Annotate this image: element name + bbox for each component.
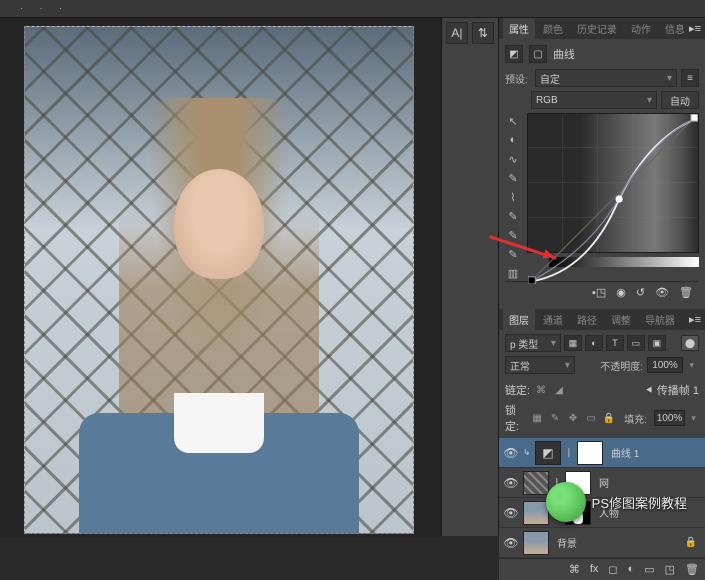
blend-mode-select[interactable]: 正常 [505,356,575,374]
annotation-arrow [488,230,568,270]
visibility-icon[interactable]: 👁 [503,446,519,460]
layer-row[interactable]: 👁 背景 🔒 [499,528,705,558]
propagate-label[interactable]: ⯇ 传播帧 1 [645,382,699,398]
style-icon[interactable]: ◢ [552,383,566,397]
filter-pixel-icon[interactable]: ▦ [564,335,582,351]
filter-shape-icon[interactable]: ▭ [627,335,645,351]
link-mask-icon[interactable]: ❙ [565,447,573,458]
lock-paint-icon[interactable]: ✎ [548,411,562,425]
auto-button[interactable]: 自动 [661,91,699,109]
lock-trans-icon[interactable]: ▦ [530,411,544,425]
tab-paths[interactable]: 路径 [571,309,603,330]
top-menu-bar: ··· [0,0,705,18]
sample-white-icon[interactable]: ◐ [505,132,521,148]
preset-label: 预设: [505,71,531,86]
eyedropper-black-icon[interactable]: ✎ [505,208,521,224]
layer-name[interactable]: 曲线 1 [611,445,639,460]
filter-toggle[interactable]: ⬤ [681,335,699,351]
right-panels: 属性 颜色 历史记录 动作 信息 ▸≡ ◩ ▢ 曲线 预设: 自定 ≡ RGB … [498,18,705,536]
tab-navigator[interactable]: 导航器 [639,309,681,330]
collapsed-tool-column: A| ⇅ [441,18,498,536]
add-mask-icon[interactable]: ◻ [608,563,617,576]
character-icon[interactable]: ⇅ [472,22,494,44]
delete-layer-icon[interactable]: 🗑 [685,563,699,576]
properties-tabs: 属性 颜色 历史记录 动作 信息 ▸≡ [499,18,705,39]
mask-icon[interactable]: ▢ [529,45,547,63]
target-adjust-icon[interactable]: ↖ [505,113,521,129]
clip-indicator-icon: ↳ [523,447,531,458]
paragraph-icon[interactable]: A| [446,22,468,44]
layer-mask-thumb[interactable] [577,441,603,465]
properties-footer: ▪◳ ◉ ↺ 👁 🗑 [505,281,699,303]
tab-adjustments[interactable]: 调整 [605,309,637,330]
layer-thumb[interactable] [523,531,549,555]
main-area: A| ⇅ 属性 颜色 历史记录 动作 信息 ▸≡ ◩ ▢ 曲线 预设: 自定 ≡ [0,18,705,536]
new-group-icon[interactable]: ▭ [644,563,654,576]
fill-input[interactable]: 100% [654,410,685,426]
visibility-icon[interactable]: 👁 [503,476,519,490]
layer-filter-kind[interactable]: p 类型 [505,334,561,352]
preset-select[interactable]: 自定 [535,69,677,87]
watermark-text: PS修图案例教程 [592,493,687,512]
lock-label: 锁定: [505,402,526,434]
filter-type-icon[interactable]: T [606,335,624,351]
toggle-visibility-icon[interactable]: 👁 [655,286,669,299]
reset-icon[interactable]: ↺ [636,286,645,299]
opacity-input[interactable]: 100% [647,357,683,373]
panel-menu-icon[interactable]: ▸≡ [689,313,701,326]
curves-adj-icon: ◩ [505,45,523,63]
smooth-icon[interactable]: ⌇ [505,189,521,205]
layers-panel: p 类型 ▦ ◐ T ▭ ▣ ⬤ 正常 不透明度: 100% [499,330,705,580]
view-previous-icon[interactable]: ◉ [616,286,626,299]
fill-label: 填充: [624,411,650,426]
link-label: 链定: [505,382,530,398]
lock-artboard-icon[interactable]: ▭ [584,411,598,425]
layer-name[interactable]: 背景 [557,535,577,550]
layers-tabs: 图层 通道 路径 调整 导航器 ▸≡ [499,309,705,330]
tab-actions[interactable]: 动作 [625,18,657,39]
new-adj-icon[interactable]: ◐ [628,563,635,576]
channel-select[interactable]: RGB [531,91,657,109]
delete-adj-icon[interactable]: 🗑 [679,286,693,299]
fx-icon[interactable]: fx [590,563,599,576]
tab-properties[interactable]: 属性 [503,18,535,39]
lock-all-icon[interactable]: 🔒 [602,411,616,425]
lock-icon: 🔒 [685,537,697,548]
filter-adj-icon[interactable]: ◐ [585,335,603,351]
link-icon[interactable]: ⌘ [534,383,548,397]
clip-to-layer-icon[interactable]: ▪◳ [592,286,606,299]
layer-thumb-adjustment[interactable]: ◩ [535,441,561,465]
pencil-icon[interactable]: ✎ [505,170,521,186]
properties-title: 曲线 [553,46,575,62]
visibility-icon[interactable]: 👁 [503,536,519,550]
panel-menu-icon[interactable]: ▸≡ [689,22,701,35]
preset-menu-icon[interactable]: ≡ [681,69,699,87]
wechat-icon [546,482,586,522]
layer-row[interactable]: 👁 ↳ ◩ ❙ 曲线 1 [499,438,705,468]
tab-color[interactable]: 颜色 [537,18,569,39]
tab-layers[interactable]: 图层 [503,309,535,330]
link-layers-icon[interactable]: ⌘ [569,563,580,576]
new-layer-icon[interactable]: ◳ [665,563,675,576]
filter-smart-icon[interactable]: ▣ [648,335,666,351]
document-canvas[interactable] [24,26,414,534]
watermark: PS修图案例教程 [546,482,687,522]
visibility-icon[interactable]: 👁 [503,506,519,520]
curve-point-icon[interactable]: ∿ [505,151,521,167]
tab-info[interactable]: 信息 [659,18,691,39]
tab-channels[interactable]: 通道 [537,309,569,330]
opacity-label: 不透明度: [600,358,643,373]
lock-pos-icon[interactable]: ✥ [566,411,580,425]
tab-history[interactable]: 历史记录 [571,18,623,39]
canvas-area [0,18,441,538]
layers-footer: ⌘ fx ◻ ◐ ▭ ◳ 🗑 [499,558,705,580]
